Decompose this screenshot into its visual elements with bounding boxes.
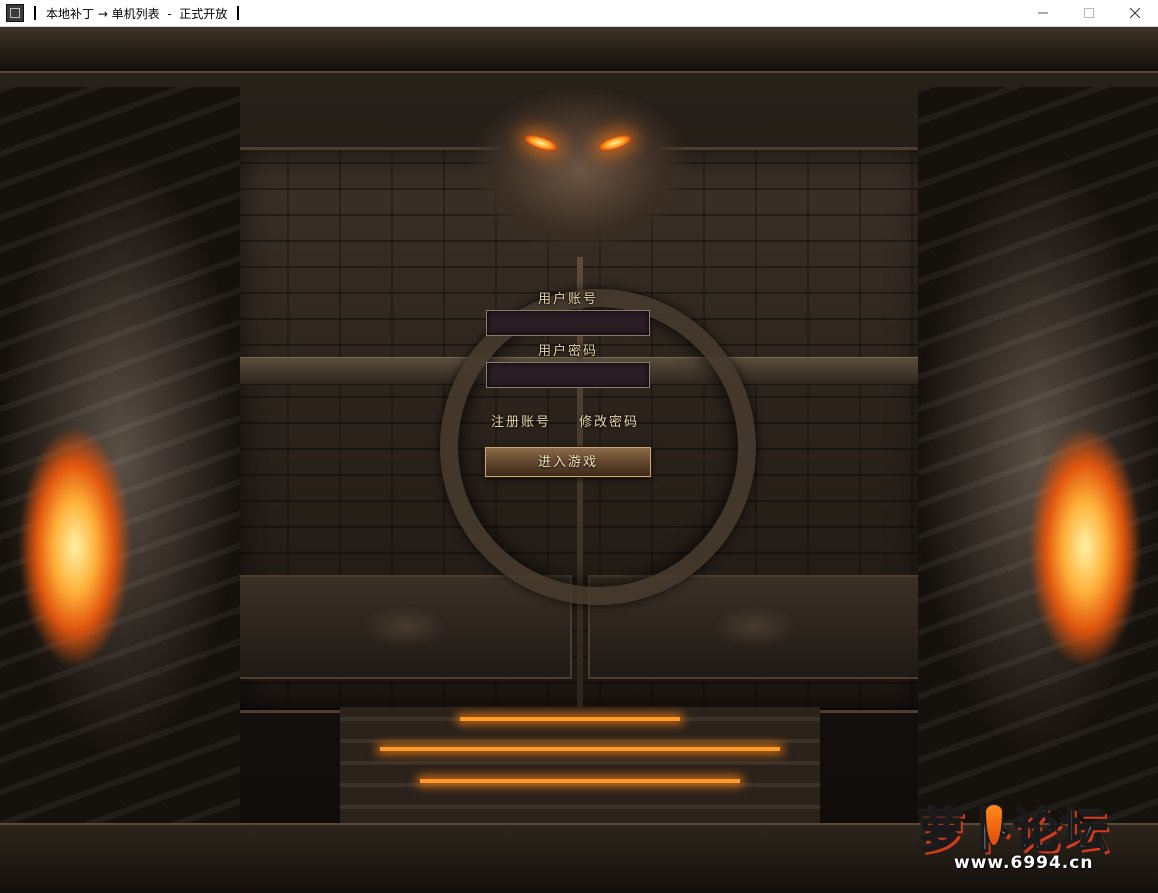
title-separator-end — [237, 6, 240, 20]
maximize-icon — [1084, 8, 1094, 18]
dragon-head-ornament — [430, 71, 730, 291]
window-title: 本地补丁 → 单机列表 - 正式开放 — [46, 6, 228, 21]
register-account-link[interactable]: 注册账号 — [491, 411, 551, 430]
game-client-window: 本地补丁 → 单机列表 - 正式开放 用户账号 用户密码 注册账号 修改密码 进… — [0, 0, 1158, 893]
window-controls — [1020, 0, 1158, 26]
lava-crack — [460, 717, 680, 721]
username-input[interactable] — [486, 310, 650, 336]
title-bar[interactable]: 本地补丁 → 单机列表 - 正式开放 — [0, 0, 1158, 27]
enter-game-button[interactable]: 进入游戏 — [485, 447, 651, 477]
watermark-logo-text: 萝卜论坛 — [917, 803, 1110, 859]
site-watermark-logo: 萝卜论坛 www.6994.cn — [910, 795, 1150, 887]
fire-brazier-left — [0, 367, 150, 667]
username-label: 用户账号 — [537, 292, 598, 307]
temple-stairs — [340, 707, 820, 827]
close-button[interactable] — [1112, 0, 1158, 26]
close-icon — [1130, 8, 1140, 18]
title-separator — [34, 6, 36, 20]
change-password-link[interactable]: 修改密码 — [579, 411, 639, 430]
lava-crack — [420, 779, 740, 783]
minimize-icon — [1038, 12, 1048, 14]
app-icon — [6, 4, 24, 22]
gate-dragon-carving-left — [238, 575, 572, 679]
watermark-url: www.6994.cn — [954, 853, 1094, 873]
password-input[interactable] — [486, 362, 650, 388]
fire-brazier-right — [1010, 367, 1158, 667]
minimize-button[interactable] — [1020, 0, 1066, 26]
top-frame-trim — [0, 27, 1158, 73]
password-label: 用户密码 — [537, 344, 598, 359]
lava-crack — [380, 747, 780, 751]
maximize-button[interactable] — [1066, 0, 1112, 26]
